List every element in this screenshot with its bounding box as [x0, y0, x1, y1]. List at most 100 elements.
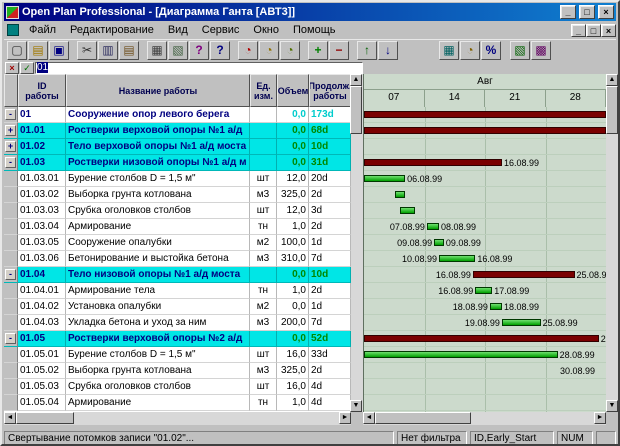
task-bar[interactable] [364, 175, 405, 182]
summary-bar[interactable] [364, 335, 599, 342]
task-bar[interactable] [395, 191, 405, 198]
scroll-left-icon[interactable]: ◄ [4, 412, 16, 424]
scroll-left-icon[interactable]: ◄ [363, 412, 375, 424]
collapse-button[interactable]: - [5, 333, 16, 344]
column-header[interactable]: Ед. изм. [250, 74, 277, 107]
paste-button[interactable]: ▤ [119, 41, 139, 60]
table-row[interactable]: 01.05.01Бурение столбов D = 1,5 м"шт16,0… [4, 347, 351, 363]
table-row[interactable]: 01.04.03Укладка бетона и уход за нимм320… [4, 315, 351, 331]
table-horizontal-scrollbar[interactable]: ◄ ► [4, 412, 351, 425]
scroll-thumb[interactable] [350, 86, 362, 134]
close-button[interactable]: × [598, 5, 614, 19]
summary-bar[interactable] [473, 271, 575, 278]
collapse-button[interactable]: - [5, 109, 16, 120]
table-vertical-scrollbar[interactable]: ▲ ▼ [351, 74, 363, 412]
maximize-button[interactable]: □ [579, 5, 595, 19]
spreadsheet-view-button[interactable]: ▦ [439, 41, 459, 60]
table-row[interactable]: -01.03Ростверки низовой опоры №1 а/д м0,… [4, 155, 351, 171]
cancel-edit-button[interactable]: × [5, 62, 19, 74]
summary-bar[interactable] [364, 159, 502, 166]
table-row[interactable]: 01.05.02Выборка грунта котлованам3325,02… [4, 363, 351, 379]
collapse-button[interactable]: - [5, 157, 16, 168]
table-row[interactable]: 01.03.05Сооружение опалубким2100,01d [4, 235, 351, 251]
barchart-view-button[interactable]: ▧ [510, 41, 530, 60]
column-header[interactable]: ID работы [18, 74, 66, 107]
print-button[interactable]: ▦ [147, 41, 167, 60]
table-row[interactable]: -01.04Тело низовой опоры №1 а/д моста0,0… [4, 267, 351, 283]
table-row[interactable]: +01.01Ростверки верховой опоры №1 а/д0,0… [4, 123, 351, 139]
scroll-thumb[interactable] [16, 412, 74, 424]
print-preview-button[interactable]: ▧ [168, 41, 188, 60]
gantt-horizontal-scrollbar[interactable]: ◄ ► [363, 412, 606, 425]
task-bar[interactable] [400, 207, 415, 214]
table-row[interactable]: +01.02Тело верховой опоры №1 а/д моста0,… [4, 139, 351, 155]
percent-complete-button[interactable]: % [481, 41, 501, 60]
accept-edit-button[interactable]: ✓ [20, 62, 34, 74]
move-up-button[interactable]: ↑ [357, 41, 377, 60]
task-bar[interactable] [475, 287, 492, 294]
table-row[interactable]: 01.05.04Армированиетн1,04d [4, 395, 351, 411]
task-bar[interactable] [439, 255, 475, 262]
calendar-clock-button[interactable]: ◔ [280, 41, 300, 60]
table-row[interactable]: 01.03.01Бурение столбов D = 1,5 м"шт12,0… [4, 171, 351, 187]
save-button[interactable]: ▣ [49, 41, 69, 60]
child-restore-button[interactable]: □ [586, 24, 601, 37]
task-bar[interactable] [427, 223, 439, 230]
expand-button[interactable]: + [5, 125, 16, 136]
scroll-thumb[interactable] [606, 86, 618, 134]
table-row[interactable]: 01.03.04Армированиетн1,02d [4, 219, 351, 235]
column-header[interactable]: Объем [277, 74, 309, 107]
menu-tools[interactable]: Сервис [195, 23, 247, 38]
menu-edit[interactable]: Редактирование [63, 23, 161, 38]
task-bar[interactable] [434, 239, 444, 246]
child-minimize-button[interactable]: _ [571, 24, 586, 37]
task-bar[interactable] [490, 303, 502, 310]
menu-file[interactable]: Файл [22, 23, 63, 38]
cut-button[interactable]: ✂ [77, 41, 97, 60]
move-down-button[interactable]: ↓ [378, 41, 398, 60]
edit-input[interactable]: 01 [35, 62, 363, 74]
time-analysis-clock-button[interactable]: ◔ [238, 41, 258, 60]
scroll-up-icon[interactable]: ▲ [350, 74, 362, 86]
table-row[interactable]: 01.05.03Срубка оголовков столбовшт16,04d [4, 379, 351, 395]
task-bar[interactable] [364, 351, 558, 358]
table-row[interactable]: 01.04.01Армирование телатн1,02d [4, 283, 351, 299]
column-header[interactable]: Название работы [66, 74, 250, 107]
context-help-button[interactable]: ? [210, 41, 230, 60]
gantt-vertical-scrollbar[interactable]: ▲ ▼ [606, 74, 618, 412]
table-row[interactable]: -01.05Ростверки верховой опоры №2 а/д0,0… [4, 331, 351, 347]
add-activity-button[interactable]: + [308, 41, 328, 60]
new-button[interactable]: ▢ [7, 41, 27, 60]
document-icon[interactable] [7, 24, 19, 36]
table-row[interactable]: 01.03.02Выборка грунта котлованам3325,02… [4, 187, 351, 203]
histogram-view-button[interactable]: ▩ [531, 41, 551, 60]
resource-analysis-clock-button[interactable]: ◔ [259, 41, 279, 60]
help-button[interactable]: ? [189, 41, 209, 60]
menu-help[interactable]: Помощь [286, 23, 343, 38]
expand-button[interactable]: + [5, 141, 16, 152]
scroll-thumb[interactable] [375, 412, 471, 424]
table-row[interactable]: 01.03.03Срубка оголовков столбовшт12,03d [4, 203, 351, 219]
scroll-down-icon[interactable]: ▼ [350, 400, 362, 412]
column-header[interactable]: Продолж. работы [309, 74, 351, 107]
summary-bar[interactable] [364, 111, 606, 118]
minimize-button[interactable]: _ [560, 5, 576, 19]
scroll-right-icon[interactable]: ► [594, 412, 606, 424]
app-logo-icon[interactable] [6, 6, 19, 19]
menu-window[interactable]: Окно [246, 23, 286, 38]
task-bar[interactable] [502, 319, 541, 326]
collapse-button[interactable]: - [5, 269, 16, 280]
scroll-down-icon[interactable]: ▼ [606, 400, 618, 412]
menu-view[interactable]: Вид [161, 23, 195, 38]
summary-bar[interactable] [364, 127, 606, 134]
copy-button[interactable]: ▥ [98, 41, 118, 60]
delete-activity-button[interactable]: − [329, 41, 349, 60]
scroll-up-icon[interactable]: ▲ [606, 74, 618, 86]
table-row[interactable]: 01.04.02Установка опалубким20,01d [4, 299, 351, 315]
timescale-button[interactable]: ◔ [460, 41, 480, 60]
open-button[interactable]: ▤ [28, 41, 48, 60]
table-row[interactable]: -01Сооружение опор левого берега0,0173d [4, 107, 351, 123]
table-row[interactable]: 01.03.06Бетонирование и выстойка бетонам… [4, 251, 351, 267]
scroll-right-icon[interactable]: ► [339, 412, 351, 424]
child-close-button[interactable]: × [601, 24, 616, 37]
